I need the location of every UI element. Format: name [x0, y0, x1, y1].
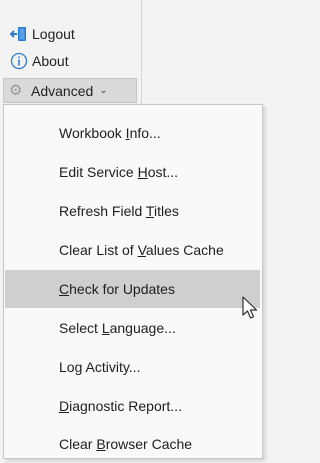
- info-icon: [10, 52, 28, 70]
- advanced-dropdown-button[interactable]: ⚙ Advanced ⌄: [3, 78, 137, 103]
- ribbon-divider: [141, 0, 142, 110]
- menu-item-label: Log Activity...: [59, 359, 141, 375]
- menu-item-label: Edit Service Host...: [59, 164, 179, 180]
- about-button[interactable]: About: [10, 50, 69, 72]
- mouse-pointer-icon: [241, 296, 261, 320]
- advanced-dropdown-menu: Workbook Info... Edit Service Host... Re…: [3, 104, 263, 459]
- logout-icon: [10, 25, 28, 43]
- menu-item-select-language[interactable]: Select Language...: [5, 309, 260, 347]
- menu-item-label: Clear Browser Cache: [59, 436, 193, 452]
- gear-icon: ⚙: [9, 81, 23, 99]
- logout-label: Logout: [32, 26, 75, 42]
- menu-item-label: Refresh Field Titles: [59, 203, 179, 219]
- menu-item-diagnostic-report[interactable]: Diagnostic Report...: [5, 387, 260, 425]
- menu-item-label: Diagnostic Report...: [59, 398, 182, 414]
- chevron-down-icon: ⌄: [99, 85, 108, 96]
- menu-item-refresh-field-titles[interactable]: Refresh Field Titles: [5, 192, 260, 230]
- menu-item-label: Select Language...: [59, 320, 176, 336]
- advanced-label: Advanced: [31, 82, 94, 99]
- menu-item-label: Workbook Info...: [59, 125, 161, 141]
- menu-item-log-activity[interactable]: Log Activity...: [5, 348, 260, 386]
- menu-item-label: Check for Updates: [59, 281, 175, 297]
- menu-item-workbook-info[interactable]: Workbook Info...: [5, 114, 260, 152]
- menu-item-check-for-updates[interactable]: Check for Updates: [5, 270, 260, 308]
- menu-item-clear-browser-cache[interactable]: Clear Browser Cache: [5, 425, 260, 463]
- menu-item-clear-list-of-values-cache[interactable]: Clear List of Values Cache: [5, 231, 260, 269]
- logout-button[interactable]: Logout: [10, 23, 75, 45]
- about-label: About: [32, 53, 69, 69]
- ribbon-group: Logout About ⚙ Advanced ⌄: [0, 0, 263, 110]
- menu-item-label: Clear List of Values Cache: [59, 242, 224, 258]
- menu-item-edit-service-host[interactable]: Edit Service Host...: [5, 153, 260, 191]
